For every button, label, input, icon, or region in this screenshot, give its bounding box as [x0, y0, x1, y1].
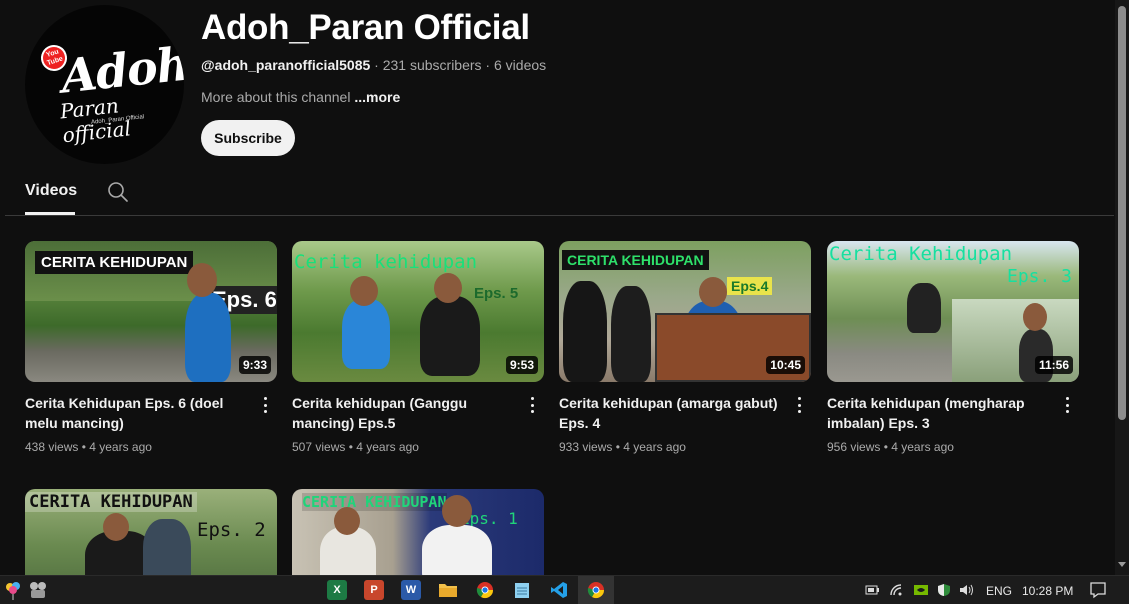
chrome-icon[interactable] — [586, 580, 606, 600]
channel-handle: @adoh_paranofficial5085 — [201, 57, 371, 73]
page-scrollbar[interactable] — [1115, 0, 1129, 575]
video-thumbnail[interactable]: CERITA KEHIDUPAN Eps. 1 — [292, 489, 544, 575]
channel-meta: @adoh_paranofficial5085 · 231 subscriber… — [201, 57, 547, 73]
more-actions-icon[interactable] — [255, 396, 275, 414]
video-card[interactable]: CERITA KEHIDUPAN Eps. 6 9:33 Cerita Kehi… — [25, 241, 277, 454]
channel-about-link[interactable]: More about this channel ...more — [201, 89, 400, 105]
video-duration: 11:56 — [1034, 356, 1073, 374]
video-title[interactable]: Cerita kehidupan (Ganggu mancing) Eps.5 — [292, 393, 520, 433]
video-duration: 9:53 — [505, 356, 538, 374]
excel-icon[interactable]: X — [327, 580, 347, 600]
video-card[interactable]: Cerita Kehidupan Eps. 3 11:56 Cerita keh… — [827, 241, 1079, 454]
youtube-channel-page: You Tube Adoh Paran official Adoh_Paran O… — [0, 0, 1129, 604]
more-actions-icon[interactable] — [789, 396, 809, 414]
balloons-icon[interactable] — [4, 580, 24, 600]
channel-avatar[interactable]: You Tube Adoh Paran official Adoh_Paran O… — [25, 5, 184, 164]
channel-name: Adoh_Paran Official — [201, 8, 530, 47]
video-thumbnail[interactable]: Cerita kehidupan Eps. 5 9:53 — [292, 241, 544, 382]
more-link[interactable]: ...more — [354, 89, 400, 105]
volume-icon[interactable] — [959, 583, 975, 597]
notepad-icon[interactable] — [512, 580, 532, 600]
video-count: 6 videos — [494, 57, 547, 73]
video-duration: 9:33 — [238, 356, 271, 374]
tab-divider — [5, 215, 1114, 216]
media-player-icon[interactable] — [28, 580, 48, 600]
video-meta: 438 views • 4 years ago — [25, 440, 152, 454]
video-card[interactable]: CERITA KEHIDUPAN Eps. 2 — [25, 489, 277, 575]
powerpoint-icon[interactable]: P — [364, 580, 384, 600]
video-duration: 10:45 — [766, 356, 805, 374]
windows-taskbar: X P W ENG 10:28 PM — [0, 575, 1129, 604]
notifications-icon[interactable] — [1089, 581, 1107, 599]
chrome-icon[interactable] — [475, 580, 495, 600]
video-card[interactable]: CERITA KEHIDUPAN Eps.4 10:45 Cerita kehi… — [559, 241, 811, 454]
wifi-icon[interactable] — [889, 583, 905, 597]
subscribe-button[interactable]: Subscribe — [201, 120, 295, 156]
video-meta: 956 views • 4 years ago — [827, 440, 954, 454]
search-icon[interactable] — [106, 180, 130, 204]
video-card[interactable]: Cerita kehidupan Eps. 5 9:53 Cerita kehi… — [292, 241, 544, 454]
more-actions-icon[interactable] — [1057, 396, 1077, 414]
video-thumbnail[interactable]: CERITA KEHIDUPAN Eps.4 10:45 — [559, 241, 811, 382]
battery-icon[interactable] — [864, 583, 880, 597]
video-card[interactable]: CERITA KEHIDUPAN Eps. 1 — [292, 489, 544, 575]
video-meta: 507 views • 4 years ago — [292, 440, 419, 454]
video-thumbnail[interactable]: CERITA KEHIDUPAN Eps. 2 — [25, 489, 277, 575]
clock[interactable]: 10:28 PM — [1022, 584, 1073, 598]
tab-videos[interactable]: Videos — [25, 182, 77, 200]
file-explorer-icon[interactable] — [438, 580, 458, 600]
video-title[interactable]: Cerita kehidupan (mengharap imbalan) Eps… — [827, 393, 1055, 433]
subscriber-count: 231 subscribers — [382, 57, 482, 73]
more-actions-icon[interactable] — [522, 396, 542, 414]
video-title[interactable]: Cerita kehidupan (amarga gabut) Eps. 4 — [559, 393, 787, 433]
word-icon[interactable]: W — [401, 580, 421, 600]
video-title[interactable]: Cerita Kehidupan Eps. 6 (doel melu manci… — [25, 393, 253, 433]
scrollbar-thumb[interactable] — [1118, 6, 1126, 420]
video-thumbnail[interactable]: Cerita Kehidupan Eps. 3 11:56 — [827, 241, 1079, 382]
nvidia-icon[interactable] — [913, 583, 929, 597]
security-shield-icon[interactable] — [936, 583, 952, 597]
vscode-icon[interactable] — [549, 580, 569, 600]
video-thumbnail[interactable]: CERITA KEHIDUPAN Eps. 6 9:33 — [25, 241, 277, 382]
language-indicator[interactable]: ENG — [986, 584, 1012, 598]
scroll-down-icon[interactable] — [1118, 562, 1126, 567]
video-meta: 933 views • 4 years ago — [559, 440, 686, 454]
